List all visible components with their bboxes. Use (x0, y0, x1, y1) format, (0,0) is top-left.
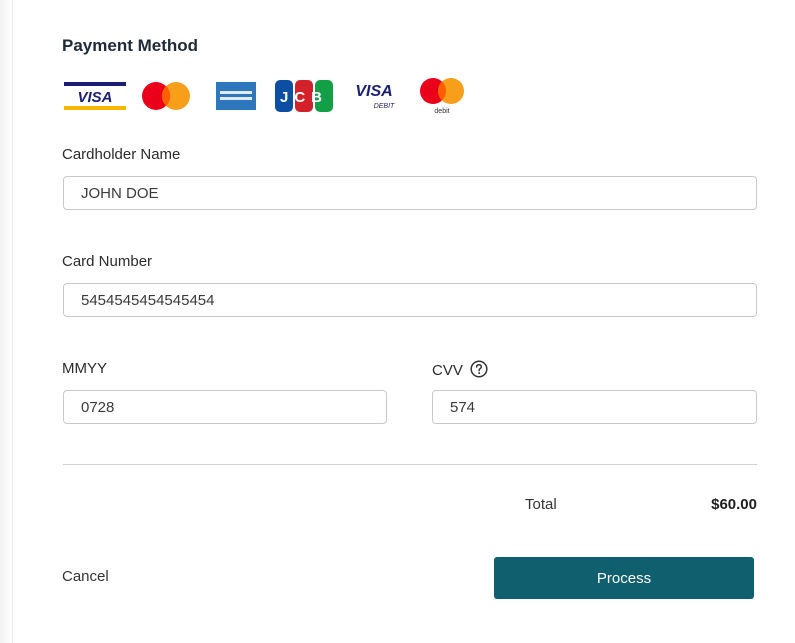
jcb-logo-text: JCB (280, 89, 328, 106)
payment-method-heading: Payment Method (62, 36, 199, 55)
cardholder-name-input[interactable] (63, 176, 757, 210)
question-circle-icon[interactable] (470, 360, 488, 378)
visa-debit-logo-text: VISA (355, 83, 392, 100)
mmyy-input[interactable] (63, 390, 387, 424)
visa-debit-logo-icon: VISA DEBIT (355, 83, 395, 110)
total-value: $60.00 (711, 496, 757, 513)
mastercard-debit-logo-icon: debit (420, 78, 464, 115)
jcb-logo-icon: JCB (275, 80, 333, 112)
cvv-label-row: CVV (432, 360, 488, 379)
process-button[interactable]: Process (494, 557, 754, 599)
cancel-button[interactable]: Cancel (62, 568, 109, 585)
amex-logo-icon (216, 82, 256, 110)
mastercard-logo-icon (142, 82, 190, 110)
left-edge-shadow (0, 0, 13, 643)
visa-debit-logo-subtext: DEBIT (374, 103, 395, 110)
cvv-label: CVV (432, 362, 463, 379)
visa-logo-text: VISA (77, 89, 112, 106)
card-number-label: Card Number (62, 253, 153, 270)
card-number-input[interactable] (63, 283, 757, 317)
payment-page: Payment Method VISA JCB VISA DEBIT debit… (0, 0, 795, 643)
total-label: Total (525, 496, 557, 513)
mastercard-debit-logo-subtext: debit (434, 108, 449, 115)
mmyy-label: MMYY (62, 360, 107, 377)
cardholder-name-label: Cardholder Name (62, 146, 181, 163)
cvv-input[interactable] (432, 390, 757, 424)
visa-logo-icon: VISA (64, 82, 126, 110)
summary-divider (63, 464, 757, 465)
